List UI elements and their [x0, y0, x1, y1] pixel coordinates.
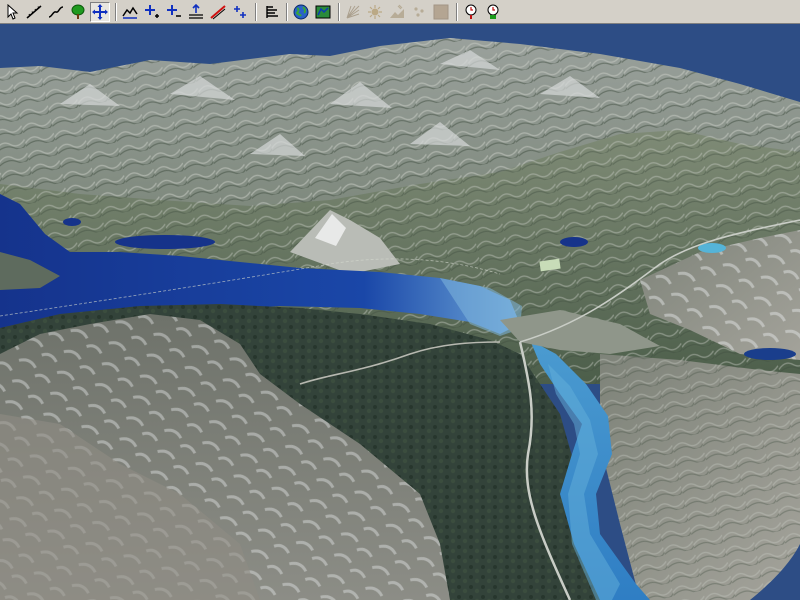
raise-plane-icon: [189, 4, 203, 19]
globe-icon: [293, 4, 309, 20]
profile-curve-icon: [48, 6, 64, 18]
toolbar-separator: [255, 3, 257, 21]
zoom-in-button[interactable]: [142, 2, 162, 22]
layers-stack-icon: [266, 6, 278, 18]
fly-over-button[interactable]: [387, 2, 407, 22]
texture-button[interactable]: [431, 2, 451, 22]
texture-square-icon: [433, 4, 449, 20]
spread-points-button[interactable]: [230, 2, 250, 22]
move-cross-icon: [92, 4, 108, 20]
arrow-pointer-icon: [7, 4, 19, 20]
vegetation-button[interactable]: [68, 2, 88, 22]
stopwatch-green-icon: [487, 4, 499, 19]
profile-tool-button[interactable]: [46, 2, 66, 22]
toolbar-separator: [286, 3, 288, 21]
toolbar-separator: [115, 3, 117, 21]
sun-rays-icon: [346, 5, 360, 19]
raise-surface-button[interactable]: [186, 2, 206, 22]
map-view-button[interactable]: [313, 2, 333, 22]
dots-icon: [414, 7, 424, 17]
points-button[interactable]: [409, 2, 429, 22]
light-source-icon: [368, 5, 382, 19]
small-lake-2: [560, 237, 588, 247]
small-lake-1: [115, 235, 215, 249]
ruler-line-icon: [26, 5, 42, 19]
start-animation-button[interactable]: [483, 2, 503, 22]
stopwatch-red-icon: [465, 4, 477, 19]
terrain-button[interactable]: [120, 2, 140, 22]
draw-line-button[interactable]: [208, 2, 228, 22]
measure-distance-button[interactable]: [24, 2, 44, 22]
small-lake-5: [744, 348, 796, 360]
scatter-points-icon: [234, 6, 246, 18]
toolbar: [0, 0, 800, 24]
terrain-3d-viewport[interactable]: [0, 24, 800, 600]
stop-animation-button[interactable]: [461, 2, 481, 22]
select-tool-button[interactable]: [2, 2, 22, 22]
zoom-out-minus-icon: [167, 5, 181, 17]
terrain-scene: [0, 24, 800, 600]
globe-view-button[interactable]: [291, 2, 311, 22]
zoom-in-plus-icon: [145, 5, 159, 18]
layers-button[interactable]: [262, 2, 282, 22]
zoom-out-button[interactable]: [164, 2, 184, 22]
terrain-surface-icon: [122, 6, 138, 19]
pan-tool-button[interactable]: [90, 2, 110, 22]
toolbar-separator: [456, 3, 458, 21]
flyover-icon: [390, 4, 404, 18]
sun-rays-button[interactable]: [343, 2, 363, 22]
red-line-icon: [210, 5, 226, 20]
tree-icon: [71, 4, 85, 19]
map-icon: [315, 5, 331, 19]
small-lake-4: [63, 218, 81, 226]
toolbar-separator: [338, 3, 340, 21]
light-source-button[interactable]: [365, 2, 385, 22]
